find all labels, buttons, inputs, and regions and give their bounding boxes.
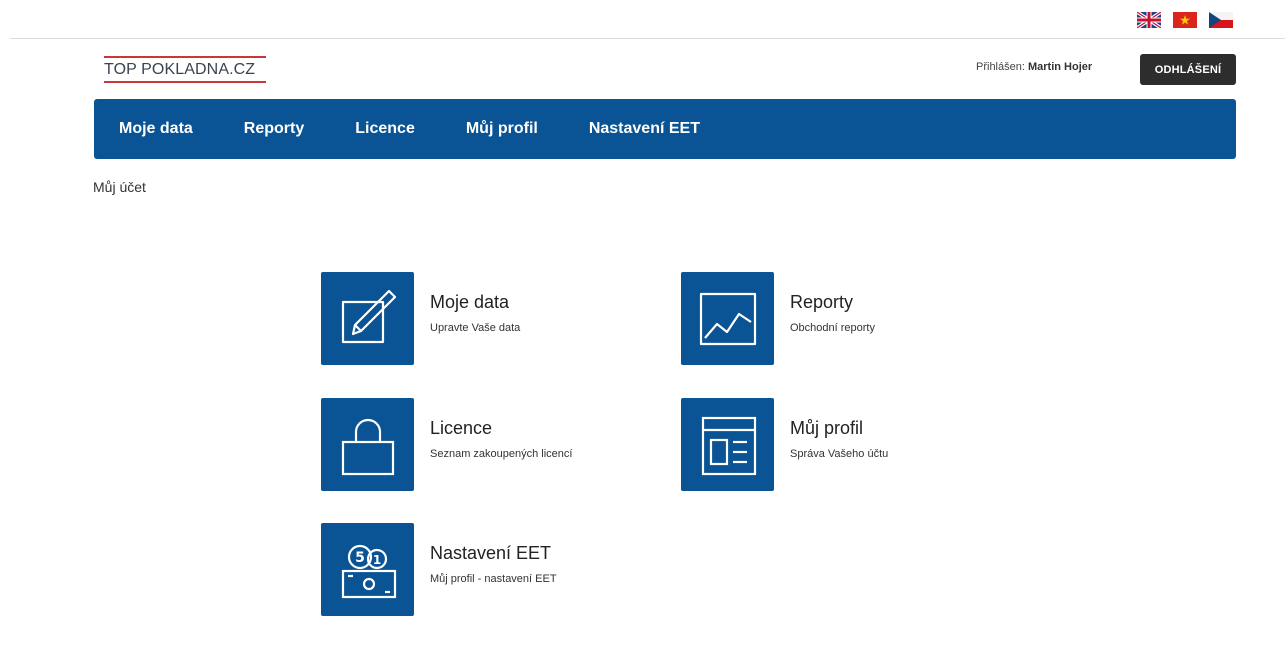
tile-nastaveni-eet[interactable]: 5 1 Nastavení EET Můj profil - nastavení… (321, 523, 557, 616)
tile-reporty[interactable]: Reporty Obchodní reporty (681, 272, 875, 365)
logout-button[interactable]: ODHLÁŠENÍ (1140, 54, 1236, 85)
logo[interactable]: TOP POKLADNA.CZ (104, 56, 266, 83)
user-name: Martin Hojer (1027, 61, 1093, 73)
tile-subtitle: Upravte Vaše data (430, 322, 521, 334)
nav-item-reporty[interactable]: Reporty (244, 120, 304, 138)
nav-item-nastaveni-eet[interactable]: Nastavení EET (589, 120, 700, 138)
top-divider (10, 38, 1285, 39)
tile-title: Moje data (430, 292, 510, 312)
vietnamese-flag-icon[interactable] (1173, 12, 1197, 28)
tile-licence[interactable]: Licence Seznam zakoupených licencí (321, 398, 572, 491)
tile-title: Reporty (790, 292, 854, 312)
tile-subtitle: Obchodní reporty (790, 322, 875, 334)
tile-icon-box (321, 272, 414, 365)
nav-item-muj-profil[interactable]: Můj profil (466, 120, 538, 138)
tile-subtitle: Správa Vašeho účtu (790, 448, 889, 460)
english-flag-icon[interactable] (1137, 12, 1161, 28)
tile-subtitle: Seznam zakoupených licencí (430, 448, 573, 460)
tile-subtitle: Můj profil - nastavení EET (430, 573, 557, 585)
tile-title: Nastavení EET (430, 543, 552, 563)
svg-text:5: 5 (355, 550, 365, 566)
czech-flag-icon[interactable] (1209, 12, 1233, 28)
tile-title: Licence (430, 418, 493, 438)
logo-line-top (104, 56, 266, 58)
svg-text:1: 1 (372, 553, 380, 567)
chart-icon (699, 292, 756, 345)
tile-muj-profil[interactable]: Můj profil Správa Vašeho účtu (681, 398, 888, 491)
tile-icon-box: 5 1 (321, 523, 414, 616)
nav-item-licence[interactable]: Licence (355, 120, 415, 138)
logo-text: TOP POKLADNA.CZ (104, 61, 256, 78)
tile-icon-box (681, 398, 774, 491)
tile-icon-box (681, 272, 774, 365)
main-navbar: Moje data Reporty Licence Můj profil Nas… (94, 99, 1236, 159)
logo-line-bottom (104, 81, 266, 83)
tile-moje-data[interactable]: Moje data Upravte Vaše data (321, 272, 520, 365)
money-icon: 5 1 (341, 544, 396, 598)
tile-title: Můj profil (790, 418, 864, 438)
lock-icon (341, 418, 394, 475)
breadcrumb: Můj účet (93, 179, 146, 195)
profile-page-icon (701, 416, 756, 475)
language-switcher (1137, 12, 1233, 28)
login-label: Přihlášen: (976, 61, 1025, 73)
nav-item-moje-data[interactable]: Moje data (119, 120, 193, 138)
tile-icon-box (321, 398, 414, 491)
login-info: Přihlášen: Martin Hojer (976, 61, 1092, 73)
edit-icon (341, 289, 396, 343)
